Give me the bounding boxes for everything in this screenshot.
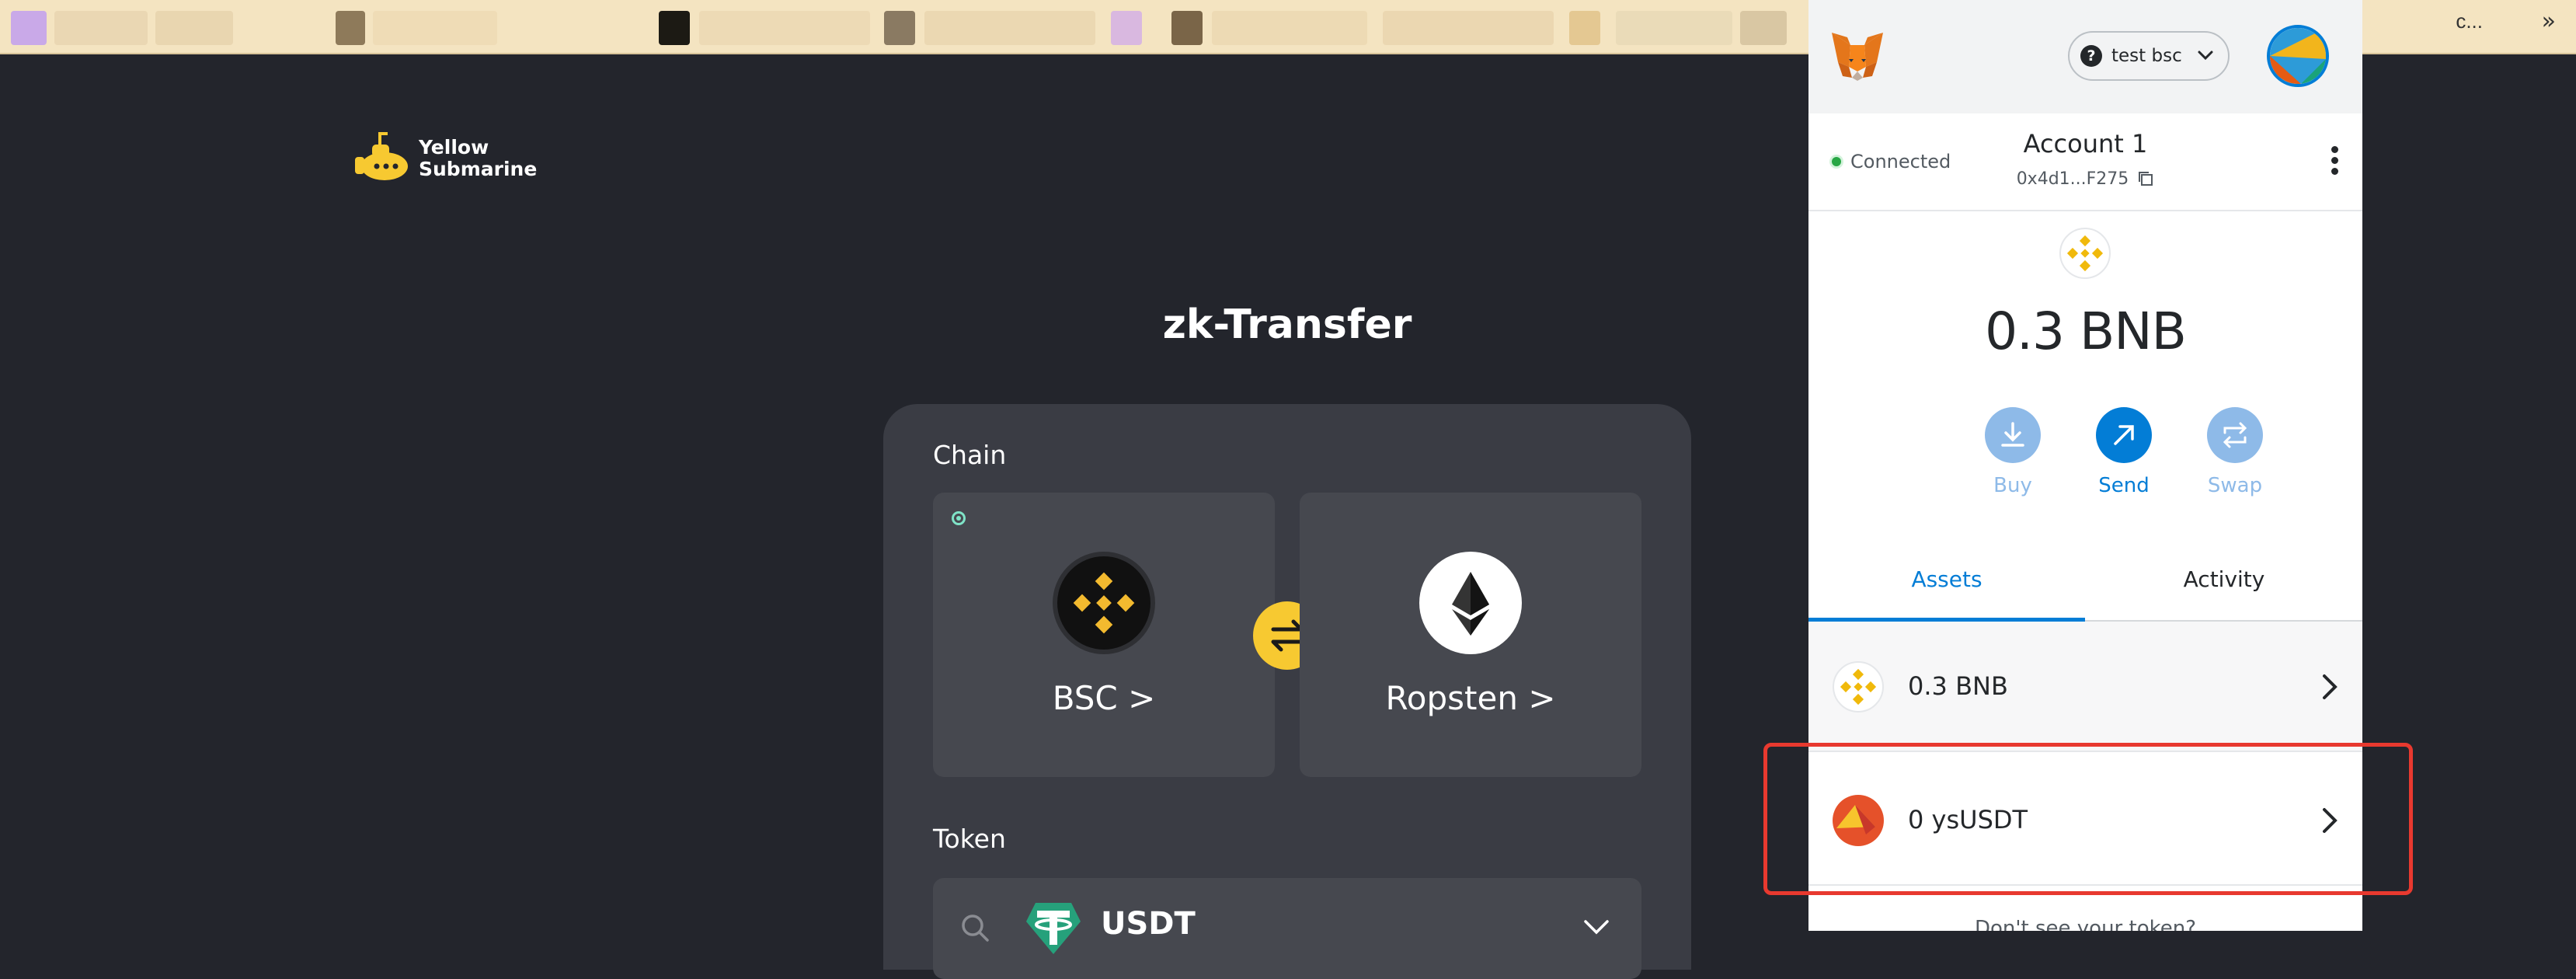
account-row: Connected Account 1 0x4d1...F275 (1808, 113, 2362, 211)
bookmark-item[interactable] (659, 11, 690, 45)
brand-name-line2: Submarine (419, 158, 538, 180)
network-name: test bsc (2111, 46, 2182, 66)
selected-radio-indicator (952, 511, 966, 525)
metamask-tabs: Assets Activity (1808, 550, 2362, 622)
send-button[interactable]: Send (2081, 407, 2167, 497)
swap-label: Swap (2207, 474, 2263, 497)
chain-name: Ropsten (1385, 679, 1518, 717)
bookmark-item[interactable] (1171, 11, 1203, 45)
bookmark-item[interactable] (699, 11, 870, 45)
page-title: zk-Transfer (1162, 301, 1412, 348)
chevron-right-icon: > (1528, 679, 1556, 717)
network-selector[interactable]: ? test bsc (2068, 31, 2230, 81)
bookmark-item[interactable] (1212, 11, 1367, 45)
brand-logo[interactable]: Yellow Submarine (353, 131, 537, 186)
metamask-fox-icon[interactable] (1830, 31, 1885, 82)
bookmark-item[interactable] (373, 11, 497, 45)
page-title-wrap: zk-Transfer (883, 301, 1691, 348)
tab-activity[interactable]: Activity (2086, 550, 2362, 622)
metamask-header: ? test bsc (1808, 0, 2362, 113)
network-question-icon: ? (2080, 45, 2102, 67)
send-label: Send (2098, 474, 2150, 497)
chain-option-bsc[interactable]: BSC > (933, 493, 1275, 777)
copy-icon (2139, 172, 2153, 186)
bnb-logo-icon (1053, 552, 1155, 654)
account-avatar[interactable] (2267, 25, 2329, 87)
search-icon (962, 915, 989, 942)
bookmark-item[interactable] (11, 11, 47, 45)
send-arrow-icon (2114, 425, 2134, 445)
asset-label: 0.3 BNB (1908, 671, 2008, 701)
chain-name: BSC (1052, 679, 1118, 717)
token-section-label: Token (933, 824, 1006, 854)
chevron-right-icon: > (1128, 679, 1156, 717)
asset-row-bnb[interactable]: 0.3 BNB (1808, 622, 2362, 752)
account-address-text: 0x4d1...F275 (2016, 169, 2129, 189)
bnb-token-icon (1833, 661, 1884, 712)
chevron-down-icon (2198, 51, 2213, 61)
bookmark-item[interactable] (1569, 11, 1600, 45)
submarine-icon (355, 132, 408, 180)
transfer-card: Chain BSC > Ropsten > Token USDT (883, 404, 1691, 979)
bookmark-item[interactable] (54, 11, 148, 45)
token-select[interactable]: USDT (933, 878, 1641, 979)
bookmark-item[interactable] (1740, 11, 1787, 45)
dont-see-token-text[interactable]: Don't see your token? (1808, 917, 2362, 931)
download-icon (2001, 422, 2024, 447)
bookmark-item[interactable] (1111, 11, 1142, 45)
tab-assets[interactable]: Assets (1808, 550, 2085, 622)
chain-section-label: Chain (933, 440, 1007, 470)
account-options-menu-icon[interactable] (2331, 146, 2339, 177)
brand-name: Yellow Submarine (419, 137, 537, 180)
swap-button[interactable]: Swap (2192, 407, 2278, 497)
tether-icon (1026, 903, 1081, 954)
bookmarks-overflow-icon[interactable]: » (2542, 8, 2556, 35)
chain-label-bsc: BSC > (933, 679, 1275, 717)
bnb-token-icon (2059, 228, 2111, 279)
bookmark-item[interactable] (336, 11, 365, 45)
swap-icon (2223, 422, 2247, 448)
buy-button[interactable]: Buy (1970, 407, 2056, 497)
bookmark-item[interactable] (1616, 11, 1732, 45)
buy-label: Buy (1993, 474, 2032, 497)
account-name: Account 1 (2023, 129, 2148, 159)
selected-token-name: USDT (1101, 906, 1196, 942)
highlight-annotation-box (1763, 743, 2413, 895)
bookmark-item[interactable] (884, 11, 915, 45)
chevron-down-icon (1584, 920, 1609, 935)
bookmark-item[interactable] (1383, 11, 1554, 45)
chain-option-ropsten[interactable]: Ropsten > (1300, 493, 1641, 777)
account-address[interactable]: 0x4d1...F275 (1808, 169, 2362, 189)
bookmark-tail-label[interactable]: c... (2456, 9, 2483, 33)
chain-label-ropsten: Ropsten > (1300, 679, 1641, 717)
ethereum-logo-icon (1419, 552, 1522, 654)
chevron-right-icon (2323, 674, 2338, 699)
account-balance: 0.3 BNB (1985, 301, 2187, 361)
bookmark-item[interactable] (155, 11, 233, 45)
bookmark-item[interactable] (924, 11, 1095, 45)
brand-name-line1: Yellow (419, 136, 489, 159)
